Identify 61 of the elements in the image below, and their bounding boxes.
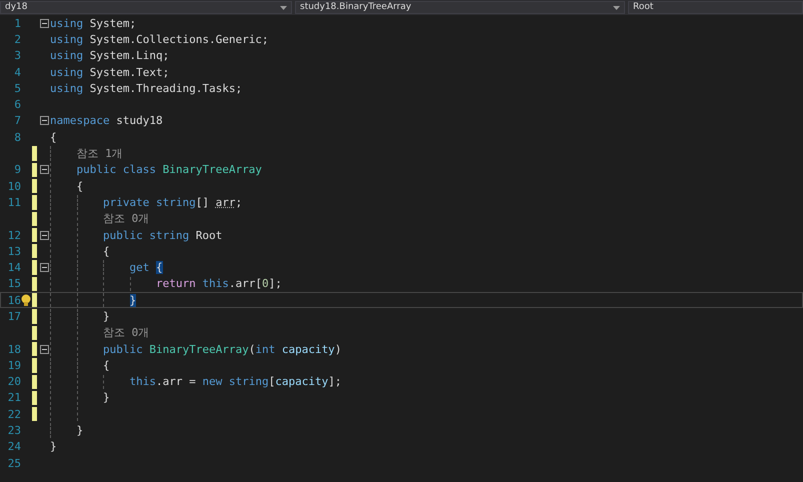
collapse-icon[interactable] [40,18,48,28]
code-line: } [103,391,110,404]
code-line: using System.Threading.Tasks; [50,82,242,95]
code-line: using System.Linq; [50,49,170,62]
nav-dropdown[interactable]: Root [628,1,803,14]
reference-count[interactable]: 참조 0개 [103,325,150,340]
code-line: { [50,130,57,144]
code-line: public class BinaryTreeArray [76,163,262,176]
line-number: 15 [8,277,21,290]
line-number: 9 [14,163,21,176]
line-number: 2 [14,32,21,46]
line-number: 5 [14,82,21,95]
code-line: get { [130,261,163,274]
code-line: using System.Text; [50,66,170,79]
code-line: } [103,310,110,323]
line-number: 12 [8,228,21,242]
line-number: 21 [8,391,21,404]
code-line: using System; [50,16,136,30]
line-number: 6 [14,98,21,112]
line-number: 10 [8,180,21,193]
nav-dropdown[interactable]: study18.BinaryTreeArray [295,1,625,14]
code-line: { [103,358,110,372]
collapse-icon[interactable] [40,230,48,240]
line-number: 3 [14,49,21,62]
collapse-icon[interactable] [40,344,48,354]
code-line: } [76,424,84,438]
line-number: 17 [8,310,21,323]
line-number: 8 [14,130,21,144]
line-number: 4 [14,66,21,79]
code-line: this.arr = new string[capacity]; [130,375,342,388]
line-number: 18 [8,342,21,356]
line-number: 25 [8,456,21,470]
line-number: 7 [14,114,21,128]
code-line: public BinaryTreeArray(int capacity) [103,342,342,356]
reference-count[interactable]: 참조 0개 [103,211,150,226]
caret-icon [613,6,620,10]
collapse-icon[interactable] [40,263,48,272]
code-line: namespace study18 [50,114,163,128]
reference-count[interactable]: 참조 1개 [76,146,123,162]
line-number: 1 [14,16,21,30]
collapse-icon[interactable] [40,116,48,126]
code-line: { [103,244,110,258]
line-number: 16 [8,294,21,307]
line-number: 22 [8,408,21,421]
nav-dropdown[interactable]: dy18 [0,1,292,14]
code-line: private string[] arr; [103,196,242,209]
line-number: 11 [8,196,21,209]
line-number: 14 [8,261,21,274]
code-line: public string Root [103,228,222,242]
code-line: return this.arr[0]; [156,277,282,290]
code-line: { [76,180,84,193]
line-number: 23 [8,424,21,438]
code-line: } [50,440,57,454]
caret-icon [280,6,287,10]
line-number: 13 [8,244,21,258]
lightbulb-icon[interactable] [21,294,31,307]
line-number: 19 [8,358,21,372]
line-number: 24 [8,440,21,454]
code-line: using System.Collections.Generic; [50,32,269,46]
line-number: 20 [8,375,21,388]
collapse-icon[interactable] [40,165,48,174]
